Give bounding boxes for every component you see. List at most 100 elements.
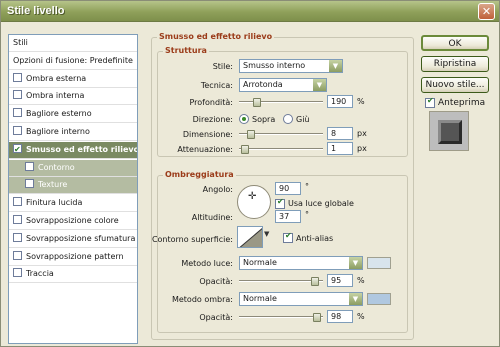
highlight-opacity-thumb[interactable] bbox=[311, 277, 320, 286]
technique-select[interactable]: Arrotonda ▼ bbox=[239, 78, 327, 92]
style-list-item-label: Ombra interna bbox=[26, 91, 85, 101]
shadow-opacity-thumb[interactable] bbox=[313, 313, 322, 322]
style-list-item-label: Ombra esterna bbox=[26, 73, 87, 83]
style-list-item-label: Sovrapposizione colore bbox=[26, 216, 119, 225]
depth-input[interactable]: 190 bbox=[327, 95, 353, 108]
shadow-opacity-slider[interactable] bbox=[239, 313, 323, 322]
style-list-item[interactable]: Ombra esterna bbox=[9, 71, 137, 88]
chevron-down-icon: ▼ bbox=[349, 293, 362, 305]
angle-unit: ° bbox=[305, 182, 309, 191]
title-bar[interactable]: Stile livello ✕ bbox=[1, 1, 499, 22]
depth-slider[interactable] bbox=[239, 98, 323, 107]
style-list-item[interactable]: Finitura lucida bbox=[9, 195, 137, 213]
shadow-color-swatch[interactable] bbox=[367, 293, 391, 305]
soften-slider-thumb[interactable] bbox=[240, 145, 249, 154]
direction-down-radio[interactable] bbox=[283, 114, 293, 124]
style-list-item[interactable]: Texture bbox=[9, 177, 137, 195]
preview-label[interactable]: Anteprima bbox=[438, 98, 485, 108]
style-list-item-label: Sovrapposizione pattern bbox=[26, 251, 124, 261]
style-list-item-label: Smusso ed effetto rilievo bbox=[26, 144, 137, 154]
style-list-item-label: Opzioni di fusione: Predefinite bbox=[13, 55, 133, 65]
highlight-mode-label: Metodo luce: bbox=[181, 259, 233, 268]
direction-label: Direzione: bbox=[192, 115, 233, 124]
style-enable-checkbox[interactable] bbox=[13, 90, 22, 100]
antialias-label[interactable]: Anti-alias bbox=[296, 234, 333, 243]
shadow-opacity-label: Opacità: bbox=[199, 313, 233, 322]
shadow-mode-value: Normale bbox=[243, 294, 277, 303]
shadow-opacity-unit: % bbox=[357, 312, 365, 321]
depth-slider-thumb[interactable] bbox=[253, 98, 262, 107]
direction-up-radio[interactable] bbox=[239, 114, 249, 124]
soften-input[interactable]: 1 bbox=[327, 142, 353, 155]
highlight-mode-select[interactable]: Normale ▼ bbox=[239, 256, 363, 270]
highlight-opacity-input[interactable]: 95 bbox=[327, 274, 353, 287]
style-enable-checkbox[interactable] bbox=[13, 108, 22, 118]
direction-down-label[interactable]: Giù bbox=[296, 115, 310, 124]
style-enable-checkbox[interactable] bbox=[13, 268, 22, 278]
style-enable-checkbox[interactable] bbox=[13, 142, 22, 158]
shadow-mode-label: Metodo ombra: bbox=[171, 295, 233, 304]
style-list-item-label: Traccia bbox=[26, 269, 54, 279]
global-light-label[interactable]: Usa luce globale bbox=[288, 199, 354, 208]
style-list-item[interactable]: Opzioni di fusione: Predefinite bbox=[9, 53, 137, 70]
soften-slider[interactable] bbox=[239, 145, 323, 154]
style-list-item-label: Finitura lucida bbox=[26, 198, 83, 208]
style-enable-checkbox[interactable] bbox=[13, 197, 22, 207]
style-enable-checkbox[interactable] bbox=[13, 215, 22, 224]
angle-label: Angolo: bbox=[202, 185, 233, 194]
style-list-item-label: Bagliore interno bbox=[26, 127, 90, 136]
style-enable-checkbox[interactable] bbox=[13, 250, 22, 260]
close-button[interactable]: ✕ bbox=[478, 3, 495, 20]
bevel-section-title: Smusso ed effetto rilievo bbox=[157, 32, 275, 41]
preview-checkbox[interactable] bbox=[425, 96, 435, 108]
style-enable-checkbox[interactable] bbox=[25, 161, 34, 171]
style-list-item[interactable]: Sovrapposizione sfumatura bbox=[9, 231, 137, 248]
reset-button[interactable]: Ripristina bbox=[421, 56, 489, 72]
style-list-item[interactable]: Bagliore interno bbox=[9, 124, 137, 141]
chevron-down-icon: ▼ bbox=[349, 257, 362, 269]
angle-dial[interactable]: ✛ bbox=[237, 185, 271, 219]
new-style-button[interactable]: Nuovo stile... bbox=[421, 77, 489, 93]
styles-list: Stili Opzioni di fusione: Predefinite Ombr… bbox=[8, 34, 138, 344]
style-select[interactable]: Smusso interno ▼ bbox=[239, 59, 343, 73]
style-list-item[interactable]: Sovrapposizione pattern bbox=[9, 249, 137, 266]
size-slider-thumb[interactable] bbox=[246, 130, 255, 139]
global-light-checkbox[interactable] bbox=[275, 197, 285, 209]
style-enable-checkbox[interactable] bbox=[13, 72, 22, 82]
style-enable-checkbox[interactable] bbox=[25, 179, 34, 189]
style-list-item[interactable]: Contorno bbox=[9, 159, 137, 177]
gloss-contour-picker[interactable] bbox=[237, 226, 263, 248]
shadow-mode-select[interactable]: Normale ▼ bbox=[239, 292, 363, 306]
ok-button[interactable]: OK bbox=[421, 35, 489, 51]
highlight-mode-value: Normale bbox=[243, 258, 277, 267]
style-list-item-label: Sovrapposizione sfumatura bbox=[26, 233, 136, 243]
style-list-item-label: Texture bbox=[38, 180, 68, 190]
highlight-color-swatch[interactable] bbox=[367, 257, 391, 269]
style-list-item[interactable]: Bagliore esterno bbox=[9, 106, 137, 124]
style-enable-checkbox[interactable] bbox=[13, 232, 22, 242]
altitude-input[interactable]: 37 bbox=[275, 210, 301, 223]
style-list-item[interactable]: Sovrapposizione colore bbox=[9, 213, 137, 230]
contour-dropdown-icon[interactable]: ▼ bbox=[264, 230, 269, 238]
preview-bevel-square bbox=[438, 120, 462, 144]
size-input[interactable]: 8 bbox=[327, 127, 353, 140]
contour-curve-icon bbox=[239, 228, 262, 247]
style-list-item[interactable]: Traccia bbox=[9, 266, 137, 284]
highlight-opacity-label: Opacità: bbox=[199, 277, 233, 286]
technique-select-value: Arrotonda bbox=[243, 80, 283, 89]
style-list-item[interactable]: Ombra interna bbox=[9, 88, 137, 106]
antialias-checkbox[interactable] bbox=[283, 231, 293, 243]
style-list-item[interactable]: Stili bbox=[9, 35, 137, 52]
style-enable-checkbox[interactable] bbox=[13, 126, 22, 135]
close-icon: ✕ bbox=[481, 5, 492, 18]
highlight-opacity-slider[interactable] bbox=[239, 277, 323, 286]
size-label: Dimensione: bbox=[182, 130, 233, 139]
style-list-item[interactable]: Smusso ed effetto rilievo bbox=[9, 141, 137, 159]
size-unit: px bbox=[357, 129, 367, 138]
direction-up-label[interactable]: Sopra bbox=[252, 115, 275, 124]
shadow-opacity-input[interactable]: 98 bbox=[327, 310, 353, 323]
size-slider[interactable] bbox=[239, 130, 323, 139]
depth-label: Profondità: bbox=[189, 98, 233, 107]
angle-input[interactable]: 90 bbox=[275, 182, 301, 195]
style-list-item-label: Bagliore esterno bbox=[26, 109, 92, 119]
